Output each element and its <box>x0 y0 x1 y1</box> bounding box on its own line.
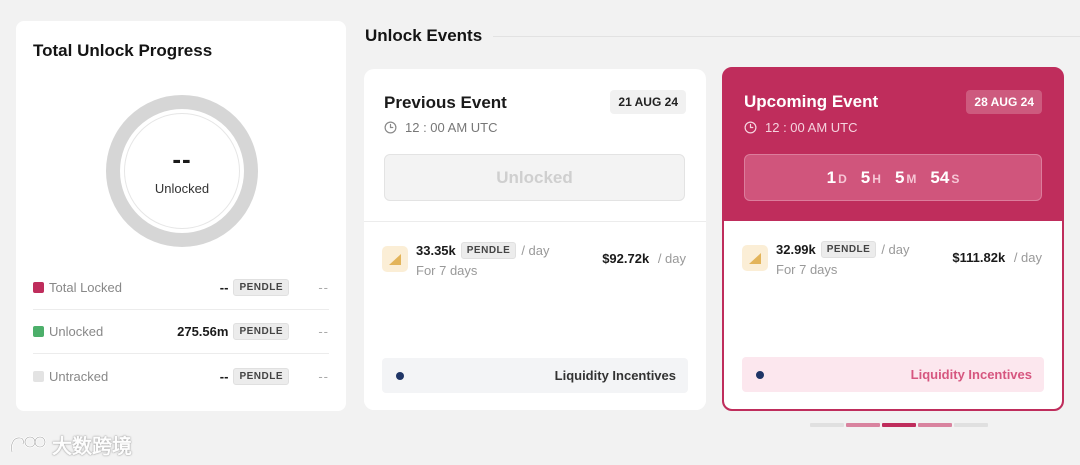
event-time-text: 12 : 00 AM UTC <box>405 120 498 135</box>
token-amount: 32.99k <box>776 242 816 257</box>
legend-row-untracked: Untracked -- PENDLE -- <box>33 354 329 398</box>
clock-icon <box>384 121 397 134</box>
token-badge: PENDLE <box>460 242 517 259</box>
pager-segment[interactable] <box>846 423 880 427</box>
legend-trail: -- <box>318 324 329 339</box>
token-badge: PENDLE <box>233 323 289 340</box>
pager-segment[interactable] <box>810 423 844 427</box>
event-header: Previous Event 21 AUG 24 12 : 00 AM UTC … <box>364 69 706 221</box>
section-divider <box>493 36 1080 37</box>
upcoming-event-card[interactable]: Upcoming Event 28 AUG 24 12 : 00 AM UTC … <box>722 67 1064 411</box>
usd-per-day: / day <box>657 251 686 266</box>
category-tag: Liquidity Incentives <box>742 357 1044 392</box>
usd-value-line: $92.72k / day <box>602 251 686 266</box>
event-time: 12 : 00 AM UTC <box>384 120 497 135</box>
token-badge: PENDLE <box>233 367 289 385</box>
pager-segment[interactable] <box>954 423 988 427</box>
countdown-hours: 5H <box>860 167 881 187</box>
unlock-progress-ring: -- Unlocked <box>106 95 258 247</box>
legend-row-unlocked: Unlocked 275.56m PENDLE -- <box>33 310 329 354</box>
token-badge: PENDLE <box>820 241 877 258</box>
legend-label: Untracked <box>49 368 109 384</box>
countdown-timer: 1D 5H 5M 54 S <box>744 154 1042 201</box>
duration-text: For 7 days <box>776 262 838 277</box>
per-day-label: / day <box>881 242 910 257</box>
legend-label: Unlocked <box>49 324 104 339</box>
watermark-logo-icon <box>10 435 47 452</box>
unlock-events-heading: Unlock Events <box>365 26 483 45</box>
event-time: 12 : 00 AM UTC <box>744 120 857 135</box>
per-day-label: / day <box>521 243 550 258</box>
legend-swatch-untracked <box>33 370 44 382</box>
category-tag: Liquidity Incentives <box>382 358 688 393</box>
category-dot-icon <box>756 370 764 379</box>
countdown-seconds: 54 S <box>930 167 960 187</box>
legend-trail: -- <box>318 368 329 384</box>
category-dot-icon <box>396 371 404 380</box>
clock-icon <box>744 121 757 134</box>
ring-label: Unlocked <box>154 181 210 196</box>
countdown-minutes: 5M <box>894 167 917 187</box>
pager-segment-active[interactable] <box>882 423 916 427</box>
watermark-text: 大数跨境 <box>52 436 132 458</box>
event-body: 32.99k PENDLE / day For 7 days $111.82k … <box>724 221 1062 409</box>
ring-center: -- Unlocked <box>124 113 240 229</box>
event-title: Upcoming Event <box>744 92 879 111</box>
pendle-token-icon <box>742 245 768 271</box>
event-header: Upcoming Event 28 AUG 24 12 : 00 AM UTC … <box>724 69 1062 221</box>
legend-amount: 275.56m <box>177 324 229 339</box>
duration-text: For 7 days <box>416 263 478 278</box>
event-date-badge: 21 AUG 24 <box>610 90 686 114</box>
usd-value: $92.72k <box>602 251 650 266</box>
token-unlock-row: 32.99k PENDLE / day For 7 days $111.82k … <box>742 239 1042 279</box>
category-label: Liquidity Incentives <box>554 368 676 383</box>
category-label: Liquidity Incentives <box>910 367 1032 382</box>
ring-value: -- <box>172 144 192 174</box>
event-title: Previous Event <box>384 93 507 112</box>
usd-value: $111.82k <box>952 250 1006 265</box>
event-date-badge: 28 AUG 24 <box>966 90 1042 114</box>
unlocked-status-box: Unlocked <box>384 154 685 201</box>
token-amount-line: 33.35k PENDLE / day <box>416 242 550 259</box>
legend-amount: -- <box>219 280 229 295</box>
token-unlock-row: 33.35k PENDLE / day For 7 days $92.72k /… <box>382 240 686 280</box>
legend-trail: -- <box>318 280 329 295</box>
token-amount: 33.35k <box>416 243 456 258</box>
event-body: 33.35k PENDLE / day For 7 days $92.72k /… <box>364 221 706 410</box>
previous-event-card[interactable]: Previous Event 21 AUG 24 12 : 00 AM UTC … <box>364 69 706 410</box>
legend-label: Total Locked <box>49 280 122 295</box>
usd-value-line: $111.82k / day <box>952 250 1042 265</box>
pendle-token-icon <box>382 246 408 272</box>
legend-swatch-unlocked <box>33 326 44 337</box>
countdown-days: 1D <box>826 167 847 187</box>
legend-row-total-locked: Total Locked -- PENDLE -- <box>33 266 329 310</box>
total-unlock-progress-card: Total Unlock Progress -- Unlocked Total … <box>16 21 346 411</box>
token-badge: PENDLE <box>233 279 289 296</box>
pager-segment[interactable] <box>918 423 952 427</box>
watermark: 大数跨境 <box>8 430 132 459</box>
carousel-pagination <box>810 423 988 427</box>
token-amount-line: 32.99k PENDLE / day <box>776 241 910 258</box>
progress-title: Total Unlock Progress <box>33 41 213 60</box>
usd-per-day: / day <box>1013 250 1042 265</box>
legend-swatch-total-locked <box>33 282 44 293</box>
event-time-text: 12 : 00 AM UTC <box>765 120 858 135</box>
legend-amount: -- <box>219 368 229 384</box>
